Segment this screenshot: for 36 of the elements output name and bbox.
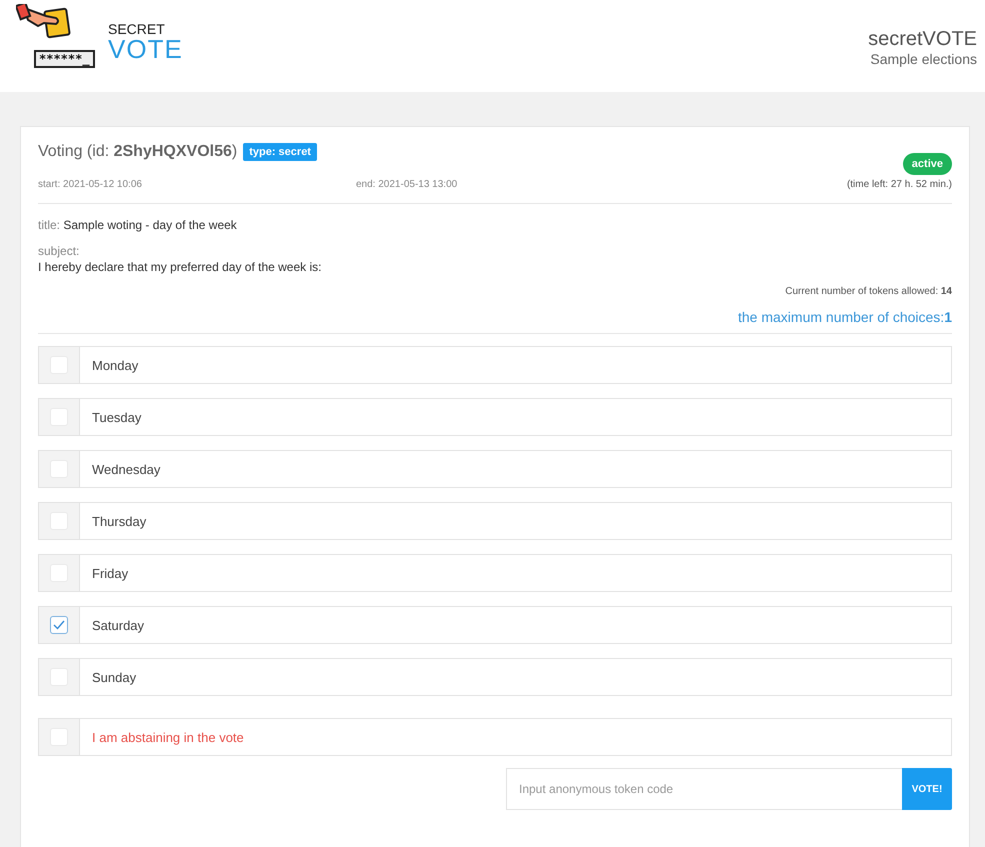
voting-title: Sample woting - day of the week bbox=[63, 218, 237, 232]
option-row[interactable]: Tuesday bbox=[38, 398, 952, 436]
site-subtitle: Sample elections bbox=[870, 51, 977, 67]
check-icon bbox=[53, 620, 65, 630]
ballot-slot: ******_ bbox=[34, 50, 95, 68]
option-label: Tuesday bbox=[91, 410, 142, 424]
field-label: subject: bbox=[38, 244, 80, 258]
max-choices: the maximum number of choices:1 bbox=[738, 309, 952, 325]
option-row[interactable]: Wednesday bbox=[38, 450, 952, 488]
site-title: secretVOTE bbox=[868, 28, 977, 51]
option-label: Thursday bbox=[91, 514, 146, 528]
checkbox[interactable] bbox=[50, 616, 68, 634]
option-row[interactable]: Thursday bbox=[38, 502, 952, 540]
status-badge: active bbox=[902, 153, 952, 175]
token-field[interactable]: Input anonymous token code bbox=[506, 768, 902, 810]
option-label: Saturday bbox=[91, 618, 144, 632]
option-label: Wednesday bbox=[91, 462, 160, 476]
option-row[interactable]: Sunday bbox=[38, 658, 952, 696]
option-label: I am abstaining in the vote bbox=[91, 730, 244, 744]
time-left: (time left: 27 h. 52 min.) bbox=[846, 179, 952, 190]
logo-text: SECRET bbox=[108, 22, 166, 36]
option-row[interactable]: I am abstaining in the vote bbox=[38, 718, 952, 756]
option-label: Friday bbox=[91, 566, 128, 580]
logo-text: VOTE bbox=[108, 36, 183, 62]
end-date: end: 2021-05-13 13:00 bbox=[356, 179, 458, 190]
option-label: Sunday bbox=[91, 670, 136, 684]
start-date: start: 2021-05-12 10:06 bbox=[38, 179, 143, 190]
type-badge: type: secret bbox=[243, 143, 317, 161]
field-label: title: bbox=[38, 218, 60, 232]
voting-subject: I hereby declare that my preferred day of the week is: bbox=[38, 260, 322, 274]
voting-heading: Voting (id: 2ShyHQXVOl56) bbox=[38, 143, 238, 161]
option-row[interactable]: Saturday bbox=[38, 606, 952, 644]
tokens-allowed: Current number of tokens allowed: 14 bbox=[785, 286, 952, 297]
option-row[interactable]: Monday bbox=[38, 346, 952, 384]
option-row[interactable]: Friday bbox=[38, 554, 952, 592]
option-label: Monday bbox=[91, 358, 138, 372]
